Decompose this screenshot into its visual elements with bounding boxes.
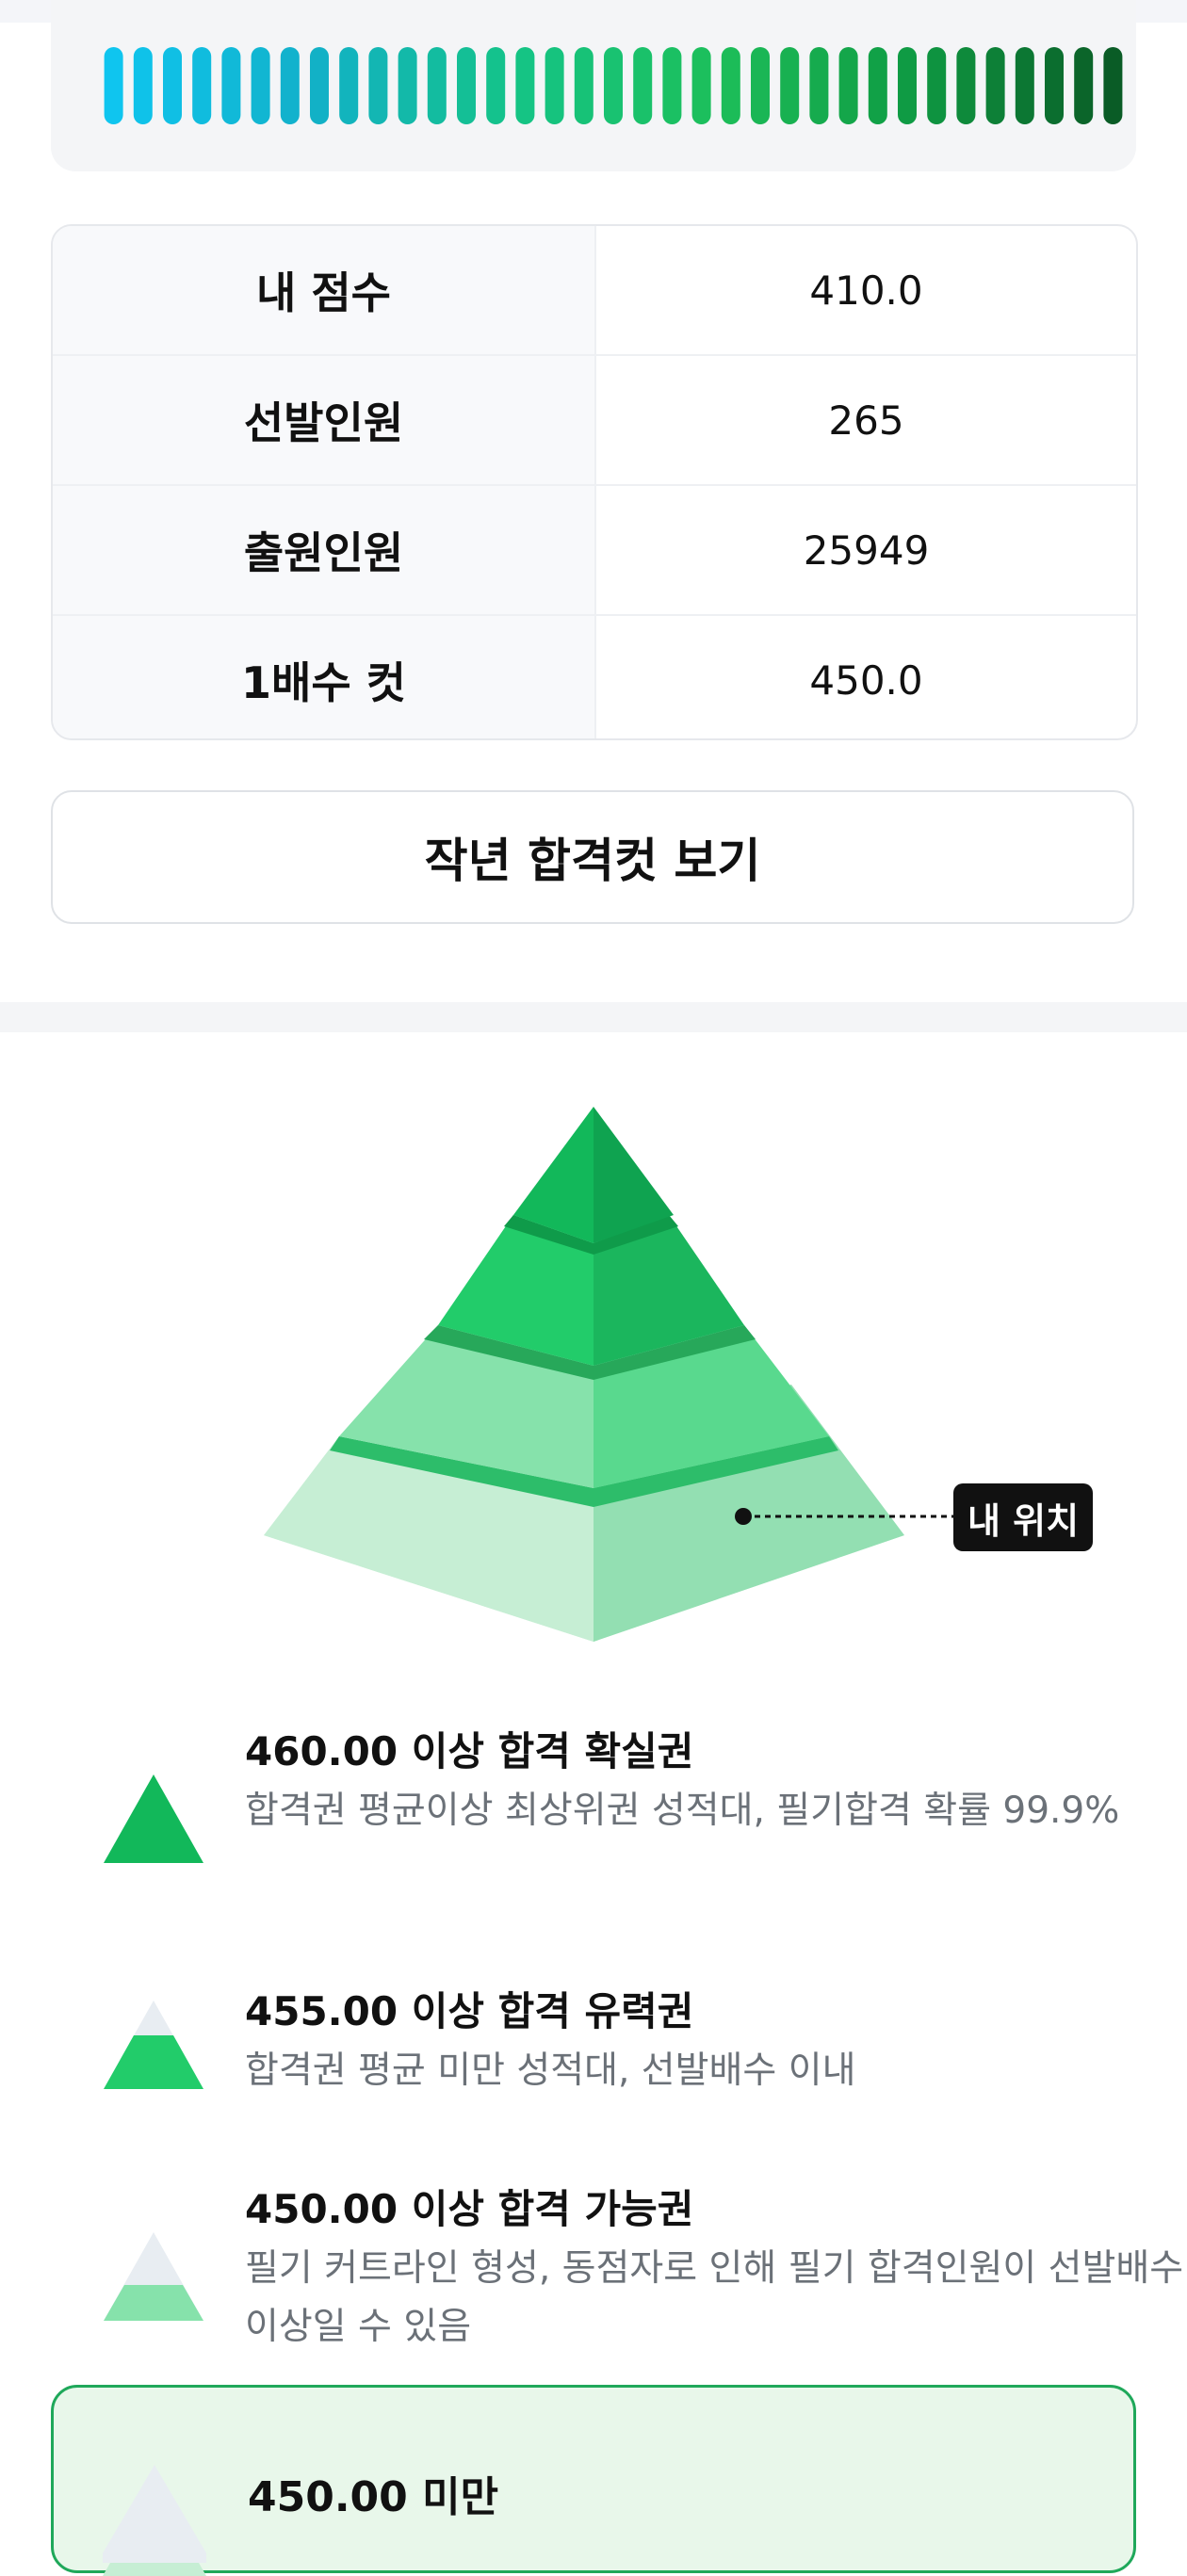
gauge-bar bbox=[457, 47, 476, 124]
row-value: 25949 bbox=[803, 527, 930, 574]
gauge-bar bbox=[545, 47, 564, 124]
gauge-bar bbox=[1074, 47, 1094, 124]
tier-item-below-highlighted: 450.00 미만 bbox=[51, 2385, 1136, 2576]
tier-title: 460.00 이상 합격 확실권 bbox=[245, 1728, 694, 1774]
gauge-bar bbox=[1045, 47, 1064, 124]
gauge-bar bbox=[574, 47, 594, 124]
gauge-bar bbox=[339, 47, 359, 124]
last-year-cutoff-button[interactable]: 작년 합격컷 보기 bbox=[51, 790, 1134, 924]
gauge-bar bbox=[310, 47, 329, 124]
gauge-bar bbox=[427, 47, 447, 124]
row-my-score: 내 점수 410.0 bbox=[53, 226, 1136, 356]
gauge-bar bbox=[898, 47, 917, 124]
row-value: 450.0 bbox=[809, 656, 923, 704]
row-label: 출원인원 bbox=[53, 486, 596, 614]
gauge-bar bbox=[927, 47, 947, 124]
score-summary-table: 내 점수 410.0 선발인원 265 출원인원 25949 1배수 컷 450… bbox=[51, 224, 1138, 740]
gauge-bar bbox=[633, 47, 653, 124]
gauge-bar bbox=[838, 47, 858, 124]
score-gauge-card bbox=[51, 0, 1136, 171]
gauge-bar bbox=[368, 47, 388, 124]
gauge-bar bbox=[751, 47, 770, 124]
row-applicant-count: 출원인원 25949 bbox=[53, 486, 1136, 616]
pyramid-upper-icon bbox=[104, 2001, 203, 2089]
tier-title: 450.00 이상 합격 가능권 bbox=[245, 2186, 694, 2232]
gauge-bar bbox=[691, 47, 711, 124]
gauge-bar bbox=[104, 47, 123, 124]
gauge-bar bbox=[956, 47, 976, 124]
gauge-bar bbox=[1103, 47, 1123, 124]
my-position-badge: 내 위치 bbox=[953, 1483, 1093, 1551]
gauge-bar bbox=[780, 47, 800, 124]
tier-description: 합격권 평균 미만 성적대, 선발배수 이내 bbox=[245, 2049, 856, 2092]
row-cutoff: 1배수 컷 450.0 bbox=[53, 616, 1136, 738]
gauge-bar bbox=[398, 47, 417, 124]
gauge-bar bbox=[280, 47, 300, 124]
row-selection-count: 선발인원 265 bbox=[53, 356, 1136, 486]
row-label: 선발인원 bbox=[53, 356, 596, 484]
gauge-bar bbox=[192, 47, 212, 124]
row-label: 내 점수 bbox=[53, 226, 596, 354]
score-pyramid-illustration bbox=[264, 1107, 904, 1642]
section-divider bbox=[0, 1002, 1187, 1032]
row-value: 265 bbox=[828, 397, 904, 444]
pyramid-middle-icon bbox=[104, 2232, 203, 2321]
gauge-bar bbox=[721, 47, 740, 124]
gauge-bar bbox=[662, 47, 682, 124]
gauge-bar bbox=[985, 47, 1005, 124]
gauge-bar bbox=[133, 47, 153, 124]
pyramid-bottom-icon bbox=[103, 2465, 206, 2576]
gauge-bar bbox=[809, 47, 829, 124]
pyramid-top-icon bbox=[104, 1774, 203, 1863]
gauge-bar bbox=[868, 47, 887, 124]
gauge-bar bbox=[604, 47, 623, 124]
row-label: 1배수 컷 bbox=[53, 616, 596, 738]
gauge-bar bbox=[163, 47, 182, 124]
tier-title: 450.00 미만 bbox=[248, 2473, 499, 2521]
gauge-bar bbox=[486, 47, 506, 124]
tier-title: 455.00 이상 합격 유력권 bbox=[245, 1988, 694, 2034]
gauge-bar bbox=[515, 47, 535, 124]
score-gauge-bars bbox=[104, 47, 1123, 124]
gauge-bar bbox=[251, 47, 270, 124]
gauge-bar bbox=[1015, 47, 1034, 124]
tier-description: 필기 커트라인 형성, 동점자로 인해 필기 합격인원이 선발배수 이상일 수 … bbox=[245, 2247, 1184, 2348]
tier-description: 합격권 평균이상 최상위권 성적대, 필기합격 확률 99.9% bbox=[245, 1790, 1120, 1832]
gauge-bar bbox=[221, 47, 241, 124]
my-position-pointer bbox=[744, 1515, 953, 1518]
row-value: 410.0 bbox=[809, 267, 923, 314]
my-position-dot bbox=[735, 1508, 752, 1525]
